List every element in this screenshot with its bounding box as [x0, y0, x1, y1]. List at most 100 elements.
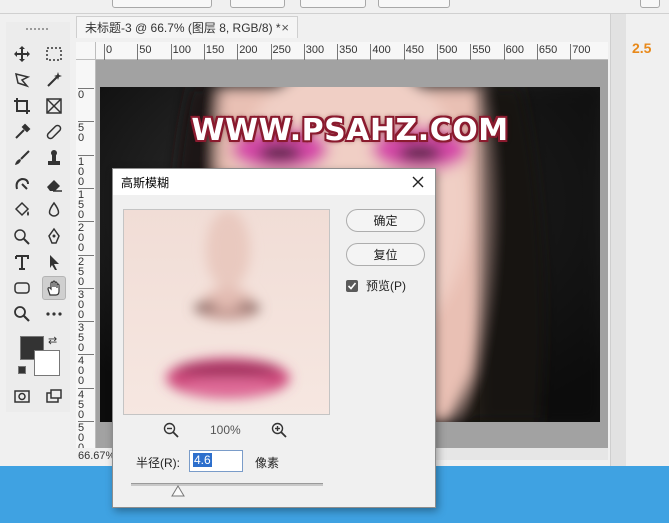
ruler-tick [570, 44, 572, 60]
ruler-tick [78, 287, 94, 289]
zoom-tool-icon[interactable] [10, 302, 34, 326]
ruler-tick-label: 5 0 [78, 122, 85, 145]
ruler-tick [536, 44, 538, 60]
panel-divider[interactable] [610, 14, 626, 466]
ok-button[interactable]: 确定 [346, 209, 425, 232]
tools-panel: ⇄ [6, 22, 70, 412]
ruler-tick-label: 650 [538, 44, 558, 56]
ruler-tick [270, 44, 272, 60]
ruler-tick [470, 44, 472, 60]
default-colors-icon[interactable] [18, 366, 26, 374]
radius-value: 4.6 [193, 453, 212, 467]
document-tab-title: 未标题-3 @ 66.7% (图层 8, RGB/8) * [85, 21, 281, 35]
ruler-tick [203, 44, 205, 60]
ruler-tick-label: 200 [239, 44, 258, 56]
preview-checkbox[interactable] [346, 280, 358, 292]
ruler-tick-label: 3 5 0 [78, 322, 85, 355]
preview-zoom-controls: 100% [163, 422, 293, 440]
blur-preview[interactable] [123, 209, 330, 415]
lasso-tool-icon[interactable] [10, 68, 34, 92]
ruler-tick-label: 300 [305, 44, 325, 56]
ruler-tick [78, 421, 94, 422]
options-button[interactable] [640, 0, 660, 8]
frame-tool-icon[interactable] [42, 94, 66, 118]
reset-button[interactable]: 复位 [346, 243, 425, 266]
watermark-text: WWW.PSAHZ.COM [191, 113, 509, 148]
history-brush-icon[interactable] [10, 172, 34, 196]
ruler-tick-label: 450 [405, 44, 425, 56]
hand-tool-icon[interactable] [42, 276, 66, 300]
options-button[interactable] [300, 0, 366, 8]
preview-label[interactable]: 预览(P) [366, 277, 406, 294]
ruler-tick-label: 2 5 0 [78, 255, 85, 288]
zoom-out-icon[interactable] [163, 422, 179, 441]
stamp-tool-icon[interactable] [42, 146, 66, 170]
zoom-status[interactable]: 66.67% [76, 448, 115, 464]
ruler-tick [437, 44, 438, 60]
ruler-tick-label: 500 [439, 44, 458, 56]
ruler-tick [78, 88, 94, 89]
ruler-tick [104, 44, 105, 60]
crop-tool-icon[interactable] [10, 94, 34, 118]
path-selection-icon[interactable] [42, 250, 66, 274]
ruler-tick [370, 44, 372, 60]
dodge-tool-icon[interactable] [10, 224, 34, 248]
ruler-tick-label: 4 5 0 [78, 388, 85, 421]
paint-bucket-icon[interactable] [10, 198, 34, 222]
document-tab[interactable]: 未标题-3 @ 66.7% (图层 8, RGB/8) * × [76, 16, 298, 38]
blur-tool-icon[interactable] [42, 198, 66, 222]
preview-zoom-level: 100% [210, 423, 241, 437]
ruler-tick [78, 154, 94, 156]
panel-grip[interactable] [26, 28, 48, 34]
ruler-corner [76, 42, 96, 60]
radius-slider-thumb[interactable] [171, 485, 185, 500]
dialog-titlebar[interactable]: 高斯模糊 [113, 169, 435, 195]
radius-input[interactable]: 4.6 [189, 450, 243, 472]
zoom-in-icon[interactable] [271, 422, 287, 441]
options-button[interactable] [378, 0, 450, 8]
background-color-swatch[interactable] [34, 350, 60, 376]
ruler-tick-label: 150 [205, 44, 225, 56]
magic-wand-icon[interactable] [42, 68, 66, 92]
ruler-tick-label: 550 [472, 44, 491, 56]
eyedropper-icon[interactable] [10, 120, 34, 144]
quick-mask-icon[interactable] [10, 384, 34, 408]
pen-tool-icon[interactable] [42, 224, 66, 248]
rectangle-tool-icon[interactable] [10, 276, 34, 300]
ruler-tick-label: 100 [172, 44, 191, 56]
more-tools-icon[interactable] [42, 302, 66, 326]
ruler-tick-label: 400 [372, 44, 391, 56]
radius-slider-track[interactable] [131, 483, 323, 486]
close-tab-icon[interactable]: × [281, 20, 289, 35]
ruler-tick-label: 1 5 0 [78, 188, 85, 221]
swap-colors-icon[interactable]: ⇄ [48, 334, 57, 347]
options-field[interactable] [112, 0, 212, 8]
ruler-tick-label: 50 [139, 44, 152, 56]
ruler-tick [78, 387, 94, 389]
ruler-tick [303, 44, 305, 60]
healing-brush-icon[interactable] [42, 120, 66, 144]
ruler-tick [78, 321, 94, 323]
ruler-tick [170, 44, 172, 60]
horizontal-ruler: 0 50 100 150 200 250 300 350 400 450 500 550 600 650 7… [96, 42, 608, 60]
type-tool-icon[interactable] [10, 250, 34, 274]
marquee-tool-icon[interactable] [42, 42, 66, 66]
ruler-tick-label: 3 0 0 [78, 288, 85, 321]
brush-tool-icon[interactable] [10, 146, 34, 170]
radius-unit: 像素 [255, 456, 280, 470]
close-icon[interactable] [407, 171, 429, 193]
ruler-tick [237, 44, 239, 60]
ruler-tick [78, 121, 94, 123]
screen-mode-icon[interactable] [42, 384, 66, 408]
options-bar [0, 0, 669, 14]
move-tool-icon[interactable] [10, 42, 34, 66]
ruler-tick [78, 354, 94, 356]
dialog-title: 高斯模糊 [121, 175, 170, 190]
eraser-icon[interactable] [42, 172, 66, 196]
panel-value[interactable]: 2.5 [632, 40, 651, 56]
preview-image [124, 210, 329, 414]
options-field[interactable] [230, 0, 285, 8]
ruler-tick [403, 44, 405, 60]
ruler-tick [78, 221, 94, 223]
radius-label: 半径(R): [136, 456, 180, 470]
